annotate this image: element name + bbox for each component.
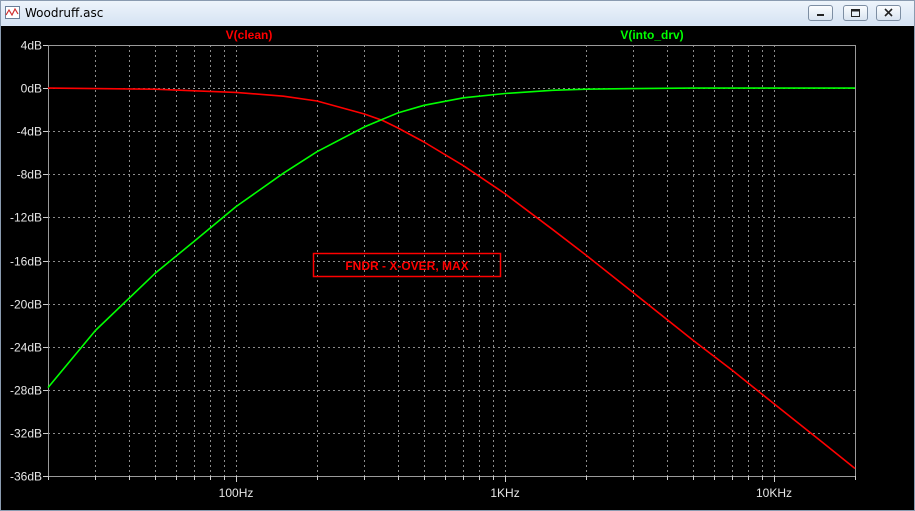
restore-button[interactable] xyxy=(843,5,868,21)
waveform-app-icon xyxy=(5,6,20,19)
window-title: Woodruff.asc xyxy=(25,6,104,20)
annotation-text: FNDR - X-OVER, MAX xyxy=(345,259,468,273)
series-line-v-clean xyxy=(47,87,856,470)
series-lines xyxy=(47,87,856,470)
legend-label-v-clean: V(clean) xyxy=(226,28,273,42)
y-tick-label: -12dB xyxy=(10,211,42,225)
series-line-v-into-drv xyxy=(47,87,855,389)
minimize-icon xyxy=(817,14,824,16)
y-tick-label: -4dB xyxy=(17,125,42,139)
x-tick-label: 10KHz xyxy=(756,486,792,500)
title-bar[interactable]: Woodruff.asc xyxy=(1,1,914,25)
restore-icon xyxy=(851,9,860,17)
plot-pane[interactable]: 4dB 0dB -4dB -8dB -12dB -16dB -20dB -24dB -28dB -… xyxy=(1,26,914,510)
close-icon xyxy=(884,8,893,17)
application-window: Woodruff.asc 4dB 0dB -4dB -8dB -12dB -16dB -20… xyxy=(0,0,915,511)
x-tick-label: 100Hz xyxy=(219,486,254,500)
y-tick-label: -28dB xyxy=(10,384,42,398)
bode-chart: 4dB 0dB -4dB -8dB -12dB -16dB -20dB -24dB -28dB -… xyxy=(10,28,856,500)
close-button[interactable] xyxy=(876,5,901,21)
y-tick-label: -16dB xyxy=(10,255,42,269)
y-tick-label: -36dB xyxy=(10,470,42,484)
y-tick-label: -24dB xyxy=(10,341,42,355)
y-tick-label: 0dB xyxy=(21,82,42,96)
minimize-button[interactable] xyxy=(808,5,833,21)
y-tick-label: -32dB xyxy=(10,427,42,441)
x-tick-label: 1KHz xyxy=(490,486,519,500)
y-tick-label: -8dB xyxy=(17,168,42,182)
y-tick-label: 4dB xyxy=(21,39,42,53)
labels: 4dB 0dB -4dB -8dB -12dB -16dB -20dB -24dB -28dB -… xyxy=(10,28,792,500)
y-tick-label: -20dB xyxy=(10,298,42,312)
legend-label-v-into-drv: V(into_drv) xyxy=(620,28,683,42)
